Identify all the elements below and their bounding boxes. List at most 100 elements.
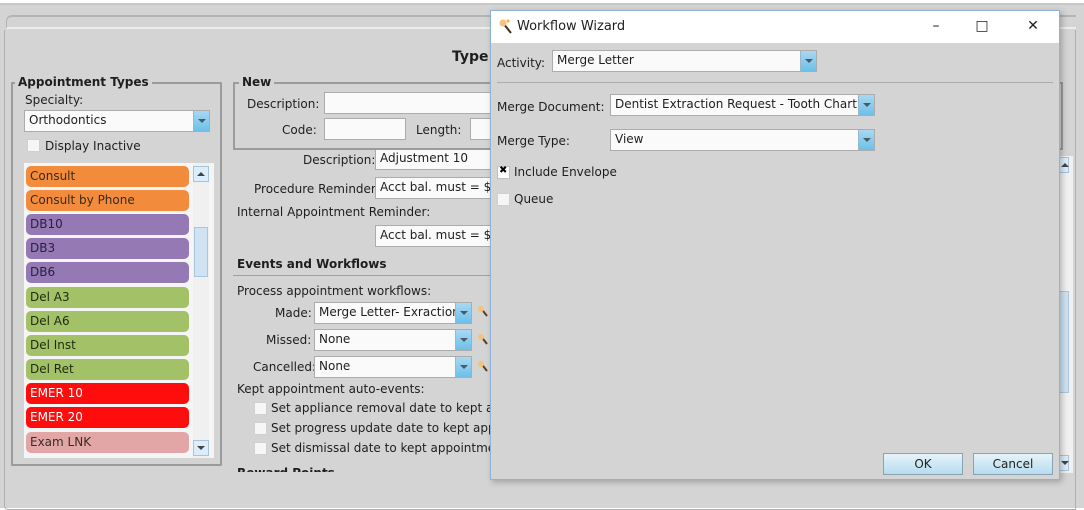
specialty-value: Orthodontics xyxy=(29,113,107,127)
display-inactive-label: Display Inactive xyxy=(45,139,141,153)
scroll-up-icon[interactable] xyxy=(193,166,209,182)
list-item-label: Del A3 xyxy=(30,290,70,304)
chevron-down-icon[interactable] xyxy=(455,330,471,350)
list-item-label: Del Ret xyxy=(30,362,74,376)
new-description-input[interactable] xyxy=(324,92,490,114)
reward-points-title: Reward Points xyxy=(237,466,335,472)
missed-label: Missed: xyxy=(266,333,312,347)
dismissal-date-checkbox[interactable] xyxy=(254,442,267,455)
missed-dropdown[interactable]: None xyxy=(314,329,472,351)
procedure-reminder-label: Procedure Reminder: xyxy=(254,182,380,196)
activity-label: Activity: xyxy=(497,56,546,70)
list-item[interactable]: Exam LNK xyxy=(26,432,189,453)
length-label: Length: xyxy=(416,123,462,137)
list-item-label: Del Inst xyxy=(30,338,76,352)
list-item-label: DB10 xyxy=(30,217,63,231)
magic-wand-icon[interactable] xyxy=(478,331,488,345)
list-item[interactable]: EMER 20 xyxy=(26,407,189,428)
list-scrollbar[interactable] xyxy=(193,163,209,458)
appointment-types-list: Consult Consult by Phone DB10 DB3 DB6 De… xyxy=(24,163,214,458)
appliance-removal-checkbox[interactable] xyxy=(254,402,267,415)
display-inactive-checkbox[interactable] xyxy=(27,139,40,152)
magic-wand-icon[interactable] xyxy=(478,303,488,317)
scroll-down-icon[interactable] xyxy=(193,440,209,456)
type-label: Type: xyxy=(452,49,495,65)
made-dropdown[interactable]: Merge Letter- Exraction xyxy=(314,302,472,324)
close-button[interactable]: ✕ xyxy=(1010,11,1056,43)
include-envelope-label: Include Envelope xyxy=(514,165,617,179)
list-item[interactable]: Del A3 xyxy=(26,287,189,308)
list-item[interactable]: Consult by Phone xyxy=(26,190,189,211)
internal-reminder-label: Internal Appointment Reminder: xyxy=(237,205,431,219)
list-item-label: EMER 20 xyxy=(30,410,83,424)
code-label: Code: xyxy=(282,123,317,137)
list-item-label: Del A6 xyxy=(30,314,70,328)
cancelled-label: Cancelled: xyxy=(253,360,317,374)
chevron-down-icon[interactable] xyxy=(455,303,471,323)
scrollbar-thumb[interactable] xyxy=(194,227,208,277)
maximize-button[interactable]: □ xyxy=(959,11,1005,43)
made-value: Merge Letter- Exraction xyxy=(319,305,460,319)
appointment-types-legend: Appointment Types xyxy=(15,75,152,89)
length-input[interactable] xyxy=(470,118,491,140)
ok-button[interactable]: OK xyxy=(883,453,963,475)
list-item[interactable]: DB10 xyxy=(26,214,189,235)
queue-checkbox[interactable] xyxy=(497,193,510,206)
list-item[interactable]: DB3 xyxy=(26,238,189,259)
new-description-label: Description: xyxy=(247,97,320,111)
merge-document-dropdown[interactable]: Dentist Extraction Request - Tooth Chart xyxy=(610,94,875,116)
merge-type-label: Merge Type: xyxy=(497,134,570,148)
magic-wand-icon[interactable] xyxy=(478,358,488,372)
list-item[interactable]: Del A6 xyxy=(26,311,189,332)
list-item-label: DB3 xyxy=(30,241,56,255)
activity-dropdown[interactable]: Merge Letter xyxy=(552,50,817,72)
process-workflows-label: Process appointment workflows: xyxy=(237,284,432,298)
list-item-label: Consult by Phone xyxy=(30,193,135,207)
progress-update-checkbox[interactable] xyxy=(254,422,267,435)
kept-events-label: Kept appointment auto-events: xyxy=(237,382,425,396)
list-item-label: Exam LNK xyxy=(30,435,92,449)
workflow-wizard-dialog: Workflow Wizard – □ ✕ Activity: Merge Le… xyxy=(490,10,1060,480)
appliance-removal-label: Set appliance removal date to kept appo xyxy=(271,401,491,415)
list-item[interactable]: Del Inst xyxy=(26,335,189,356)
internal-reminder-value: Acct bal. must = $0 xyxy=(380,228,491,242)
magic-wand-icon xyxy=(499,19,512,34)
merge-document-value: Dentist Extraction Request - Tooth Chart xyxy=(615,97,857,111)
chevron-down-icon[interactable] xyxy=(193,111,209,131)
chevron-down-icon[interactable] xyxy=(800,51,816,71)
list-item[interactable]: EMER 10 xyxy=(26,383,189,404)
cancel-button[interactable]: Cancel xyxy=(973,453,1053,475)
internal-reminder-input[interactable]: Acct bal. must = $0 xyxy=(375,225,491,247)
progress-update-label: Set progress update date to kept appoir xyxy=(271,421,491,435)
dialog-title: Workflow Wizard xyxy=(517,19,626,34)
description-input[interactable]: Adjustment 10 xyxy=(375,150,491,170)
procedure-reminder-value: Acct bal. must = $0 xyxy=(380,180,491,194)
queue-label: Queue xyxy=(514,192,554,206)
cancelled-dropdown[interactable]: None xyxy=(314,356,472,378)
chevron-down-icon[interactable] xyxy=(858,95,874,115)
dismissal-date-label: Set dismissal date to kept appointment xyxy=(271,441,491,455)
events-divider xyxy=(233,275,491,276)
procedure-reminder-input[interactable]: Acct bal. must = $0 xyxy=(375,177,491,199)
new-legend: New xyxy=(239,75,275,89)
code-input[interactable] xyxy=(324,118,406,140)
minimize-button[interactable]: – xyxy=(913,11,959,43)
merge-type-value: View xyxy=(615,132,644,146)
list-item[interactable]: DB6 xyxy=(26,262,189,283)
merge-type-dropdown[interactable]: View xyxy=(610,129,875,151)
list-item-label: Consult xyxy=(30,169,76,183)
dialog-title-bar: Workflow Wizard – □ ✕ xyxy=(491,11,1059,43)
specialty-dropdown[interactable]: Orthodontics xyxy=(24,110,210,132)
include-envelope-checkbox[interactable] xyxy=(497,165,510,179)
specialty-label: Specialty: xyxy=(25,93,84,107)
list-item[interactable]: Consult xyxy=(26,166,189,187)
list-item-label: DB6 xyxy=(30,265,56,279)
list-item[interactable]: Del Ret xyxy=(26,359,189,380)
events-workflows-title: Events and Workflows xyxy=(237,257,387,271)
description-value: Adjustment 10 xyxy=(380,151,468,165)
dialog-divider xyxy=(497,82,1053,83)
chevron-down-icon[interactable] xyxy=(455,357,471,377)
made-label: Made: xyxy=(275,306,312,320)
chevron-down-icon[interactable] xyxy=(858,130,874,150)
cancelled-value: None xyxy=(319,359,351,373)
